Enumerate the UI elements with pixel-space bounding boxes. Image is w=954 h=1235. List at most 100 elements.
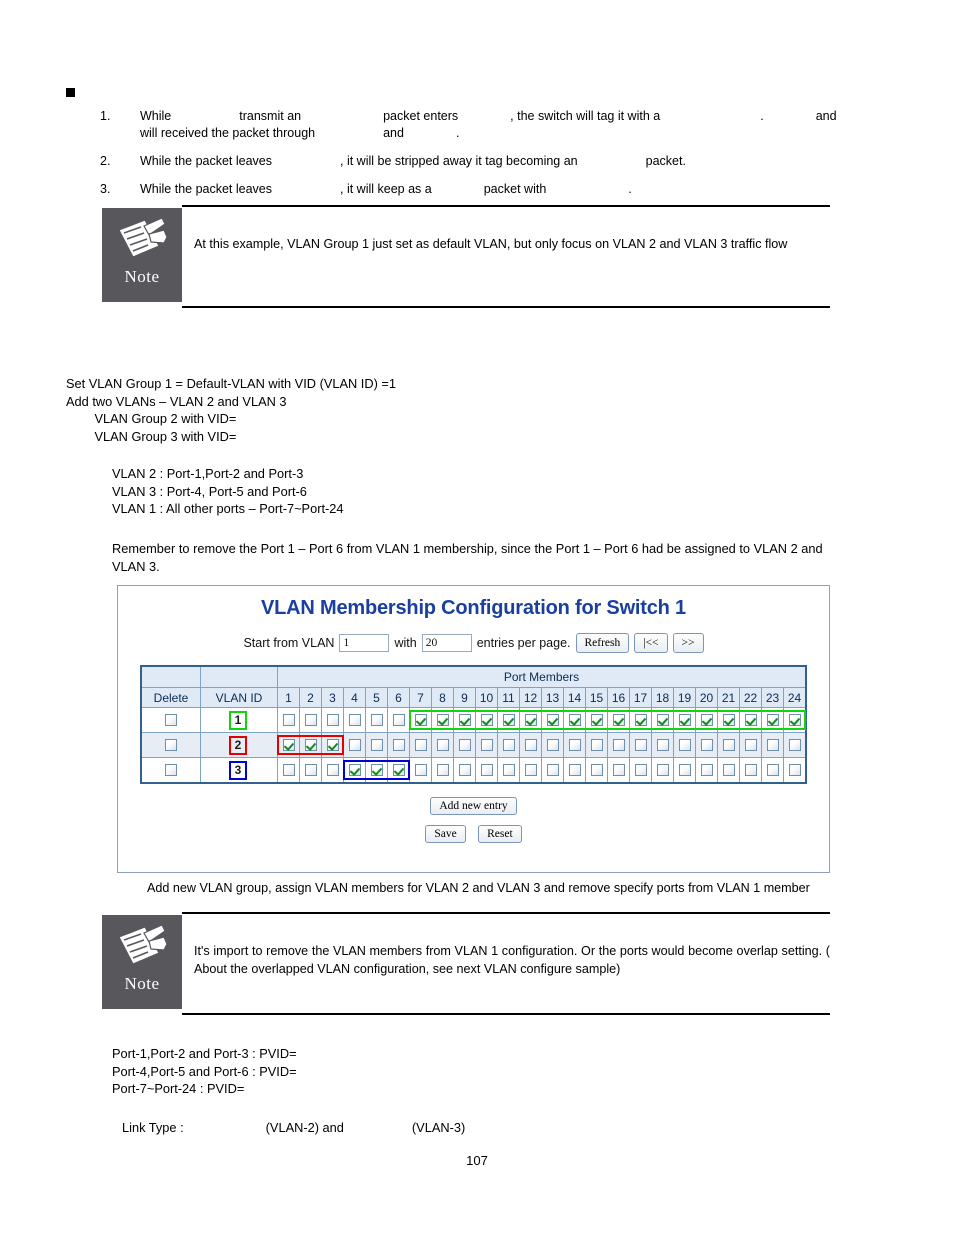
- port-19-checkbox[interactable]: [678, 713, 691, 726]
- save-button[interactable]: Save: [425, 825, 466, 843]
- add-new-entry-button[interactable]: Add new entry: [430, 797, 517, 815]
- port-6-checkbox[interactable]: [392, 738, 405, 751]
- port-22-checkbox[interactable]: [744, 738, 757, 751]
- vlan-panel-title: VLAN Membership Configuration for Switch…: [261, 597, 686, 619]
- port-17-checkbox[interactable]: [634, 713, 647, 726]
- header-port-19: 19: [673, 687, 696, 708]
- port-member-cell-14: [563, 757, 586, 784]
- port-9-checkbox[interactable]: [458, 763, 471, 776]
- port-16-checkbox[interactable]: [612, 738, 625, 751]
- list-item-text-a: While: [140, 109, 172, 123]
- port-24-checkbox[interactable]: [788, 738, 801, 751]
- port-4-checkbox[interactable]: [348, 763, 361, 776]
- port-24-checkbox[interactable]: [788, 763, 801, 776]
- header-port-5: 5: [365, 687, 388, 708]
- port-11-checkbox[interactable]: [502, 763, 515, 776]
- port-3-checkbox[interactable]: [326, 763, 339, 776]
- entries-per-page-input[interactable]: 20: [421, 634, 472, 652]
- port-16-checkbox[interactable]: [612, 763, 625, 776]
- port-14-checkbox[interactable]: [568, 713, 581, 726]
- note-box-top: Note At this example, VLAN Group 1 just …: [102, 205, 830, 308]
- port-21-checkbox[interactable]: [722, 763, 735, 776]
- port-7-checkbox[interactable]: [414, 738, 427, 751]
- start-from-vlan-label: Start from VLAN: [243, 636, 335, 650]
- port-4-checkbox[interactable]: [348, 713, 361, 726]
- port-20-checkbox[interactable]: [700, 763, 713, 776]
- port-13-checkbox[interactable]: [546, 713, 559, 726]
- port-9-checkbox[interactable]: [458, 713, 471, 726]
- port-2-checkbox[interactable]: [304, 763, 317, 776]
- delete-checkbox[interactable]: [165, 713, 177, 726]
- port-23-checkbox[interactable]: [766, 738, 779, 751]
- port-13-checkbox[interactable]: [546, 738, 559, 751]
- port-member-cell-8: [431, 732, 454, 758]
- port-member-cell-8: [431, 757, 454, 784]
- port-18-checkbox[interactable]: [656, 738, 669, 751]
- port-member-cell-14: [563, 707, 586, 733]
- port-10-checkbox[interactable]: [480, 763, 493, 776]
- list-item-text-b: , it will be stripped away it tag becomi…: [340, 154, 578, 168]
- port-13-checkbox[interactable]: [546, 763, 559, 776]
- port-18-checkbox[interactable]: [656, 763, 669, 776]
- first-page-button[interactable]: |<<: [634, 633, 668, 653]
- port-3-checkbox[interactable]: [326, 738, 339, 751]
- port-1-checkbox[interactable]: [282, 738, 295, 751]
- port-21-checkbox[interactable]: [722, 738, 735, 751]
- port-10-checkbox[interactable]: [480, 713, 493, 726]
- port-11-checkbox[interactable]: [502, 713, 515, 726]
- delete-checkbox[interactable]: [165, 763, 177, 776]
- port-1-checkbox[interactable]: [282, 763, 295, 776]
- port-member-cell-3: [321, 732, 344, 758]
- port-9-checkbox[interactable]: [458, 738, 471, 751]
- port-member-cell-20: [695, 757, 718, 784]
- vlan-config-block-3: Remember to remove the Port 1 – Port 6 f…: [112, 541, 823, 574]
- port-17-checkbox[interactable]: [634, 738, 647, 751]
- port-22-checkbox[interactable]: [744, 763, 757, 776]
- port-20-checkbox[interactable]: [700, 713, 713, 726]
- port-7-checkbox[interactable]: [414, 713, 427, 726]
- port-3-checkbox[interactable]: [326, 713, 339, 726]
- start-from-vlan-input[interactable]: 1: [339, 634, 390, 652]
- port-23-checkbox[interactable]: [766, 763, 779, 776]
- port-10-checkbox[interactable]: [480, 738, 493, 751]
- port-17-checkbox[interactable]: [634, 763, 647, 776]
- port-7-checkbox[interactable]: [414, 763, 427, 776]
- header-port-members: Port Members: [277, 665, 807, 688]
- port-20-checkbox[interactable]: [700, 738, 713, 751]
- note-text: It's import to remove the VLAN members f…: [194, 944, 830, 976]
- port-6-checkbox[interactable]: [392, 763, 405, 776]
- port-8-checkbox[interactable]: [436, 738, 449, 751]
- port-23-checkbox[interactable]: [766, 713, 779, 726]
- port-21-checkbox[interactable]: [722, 713, 735, 726]
- next-page-button[interactable]: >>: [672, 633, 704, 653]
- delete-checkbox[interactable]: [165, 738, 177, 751]
- port-5-checkbox[interactable]: [370, 738, 383, 751]
- port-15-checkbox[interactable]: [590, 763, 603, 776]
- port-6-checkbox[interactable]: [392, 713, 405, 726]
- port-12-checkbox[interactable]: [524, 738, 537, 751]
- port-19-checkbox[interactable]: [678, 738, 691, 751]
- port-2-checkbox[interactable]: [304, 713, 317, 726]
- port-12-checkbox[interactable]: [524, 713, 537, 726]
- port-24-checkbox[interactable]: [788, 713, 801, 726]
- port-18-checkbox[interactable]: [656, 713, 669, 726]
- refresh-button[interactable]: Refresh: [575, 633, 630, 653]
- port-11-checkbox[interactable]: [502, 738, 515, 751]
- port-16-checkbox[interactable]: [612, 713, 625, 726]
- port-15-checkbox[interactable]: [590, 713, 603, 726]
- port-2-checkbox[interactable]: [304, 738, 317, 751]
- port-8-checkbox[interactable]: [436, 713, 449, 726]
- port-14-checkbox[interactable]: [568, 763, 581, 776]
- port-member-cell-1: [277, 732, 300, 758]
- port-14-checkbox[interactable]: [568, 738, 581, 751]
- reset-button[interactable]: Reset: [478, 825, 522, 843]
- port-5-checkbox[interactable]: [370, 763, 383, 776]
- port-1-checkbox[interactable]: [282, 713, 295, 726]
- port-15-checkbox[interactable]: [590, 738, 603, 751]
- port-22-checkbox[interactable]: [744, 713, 757, 726]
- port-19-checkbox[interactable]: [678, 763, 691, 776]
- port-5-checkbox[interactable]: [370, 713, 383, 726]
- port-4-checkbox[interactable]: [348, 738, 361, 751]
- port-12-checkbox[interactable]: [524, 763, 537, 776]
- port-8-checkbox[interactable]: [436, 763, 449, 776]
